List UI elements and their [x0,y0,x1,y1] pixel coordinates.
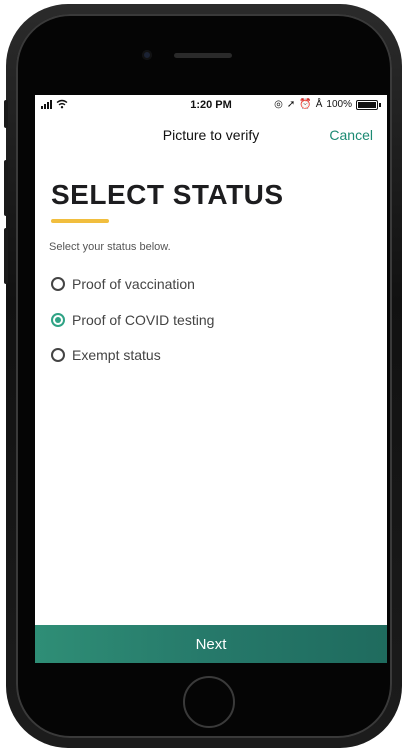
battery-cap [379,102,381,107]
option-label: Exempt status [72,347,161,363]
lock-rotation-icon: ◎ [274,99,283,110]
title-underline [51,219,109,223]
front-camera [142,50,152,60]
option-label: Proof of COVID testing [72,312,215,328]
radio-checked-icon[interactable] [51,313,65,327]
nav-bar: Picture to verify Cancel [35,125,387,147]
next-button[interactable]: Next [35,625,387,663]
status-bar: 1:20 PM ◎ ➚ ⏰ Å 100% [35,95,387,115]
app-screen: 1:20 PM ◎ ➚ ⏰ Å 100% Picture to verify C… [35,95,387,663]
page-title: SELECT STATUS [51,179,284,210]
option-proof-of-vaccination[interactable]: Proof of vaccination [51,276,195,292]
alarm-icon: ⏰ [299,99,312,110]
mute-switch [4,100,8,128]
battery-percent: 100% [326,99,352,110]
volume-down-button [4,228,8,284]
location-icon: ➚ [286,99,296,110]
page-subtitle: Select your status below. [49,241,171,253]
status-indicators: ◎ ➚ ⏰ Å 100% [274,99,381,110]
volume-up-button [4,160,8,216]
radio-unchecked-icon[interactable] [51,277,65,291]
option-label: Proof of vaccination [72,276,195,292]
battery-icon [356,99,378,110]
radio-unchecked-icon[interactable] [51,348,65,362]
earpiece-speaker [174,53,232,58]
home-button[interactable] [183,676,235,728]
bluetooth-icon: Å [315,99,323,110]
option-exempt-status[interactable]: Exempt status [51,347,161,363]
cancel-button[interactable]: Cancel [329,127,373,143]
option-proof-of-covid-testing[interactable]: Proof of COVID testing [51,312,214,328]
